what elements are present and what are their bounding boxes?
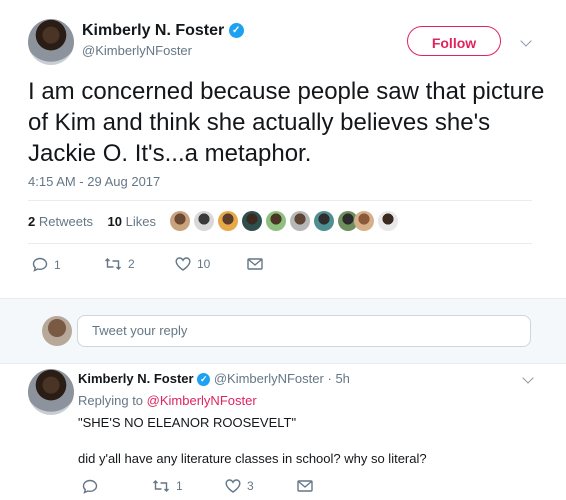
liker-avatar[interactable] — [170, 211, 190, 231]
tweet-stats: 2 Retweets 10 Likes — [28, 214, 156, 229]
dm-action[interactable] — [297, 480, 313, 492]
reply-text-line: "SHE'S NO ELEANOR ROOSEVELT" — [78, 415, 297, 430]
reply-text: "SHE'S NO ELEANOR ROOSEVELT" did y'all h… — [78, 414, 427, 468]
divider — [28, 243, 532, 244]
like-action[interactable]: 10 — [175, 257, 210, 271]
current-user-avatar[interactable] — [42, 316, 72, 346]
like-count: 10 — [197, 257, 211, 271]
reply-action[interactable] — [82, 479, 98, 494]
liker-avatar[interactable] — [266, 211, 286, 231]
reply-action[interactable]: 1 — [32, 257, 61, 272]
like-action[interactable]: 3 — [225, 479, 254, 493]
liker-avatar[interactable] — [218, 211, 238, 231]
mail-icon — [247, 258, 263, 270]
reply-author-handle[interactable]: @KimberlyNFoster — [214, 371, 324, 386]
replying-to-link[interactable]: @KimberlyNFoster — [147, 393, 257, 408]
reply-author-name[interactable]: Kimberly N. Foster — [78, 371, 194, 386]
reply-text-line: did y'all have any literature classes in… — [78, 451, 427, 466]
verified-icon: ✓ — [228, 23, 244, 39]
chevron-down-icon[interactable] — [520, 35, 532, 47]
mail-icon — [297, 480, 313, 492]
liker-avatar[interactable] — [354, 211, 374, 231]
retweet-icon — [153, 480, 169, 492]
replying-to: Replying to @KimberlyNFoster — [78, 393, 257, 408]
tweet-timestamp[interactable]: 4:15 AM - 29 Aug 2017 — [28, 174, 160, 189]
reply-count: 1 — [54, 257, 61, 272]
divider — [28, 200, 532, 201]
retweet-action[interactable]: 2 — [104, 257, 135, 271]
author-avatar[interactable] — [28, 19, 74, 65]
liker-avatar[interactable] — [378, 211, 398, 231]
reply-icon — [82, 479, 98, 494]
like-count: 3 — [247, 479, 254, 493]
reply-composer: Tweet your reply — [0, 298, 566, 364]
reply-icon — [32, 257, 48, 272]
verified-icon: ✓ — [197, 373, 211, 387]
liker-avatar[interactable] — [194, 211, 214, 231]
heart-icon — [175, 257, 191, 271]
heart-icon — [225, 479, 241, 493]
reply-header: Kimberly N. Foster ✓ @KimberlyNFoster · … — [78, 371, 350, 387]
retweet-icon — [105, 258, 121, 270]
follow-button[interactable]: Follow — [407, 26, 501, 56]
author-name-row[interactable]: Kimberly N. Foster ✓ — [82, 22, 244, 40]
dm-action[interactable] — [247, 258, 263, 270]
author-name[interactable]: Kimberly N. Foster — [82, 22, 224, 39]
chevron-down-icon[interactable] — [522, 372, 534, 384]
separator: · — [327, 371, 332, 386]
author-handle[interactable]: @KimberlyNFoster — [82, 43, 192, 58]
liker-avatar[interactable] — [314, 211, 334, 231]
likes-stat[interactable]: 10 Likes — [108, 214, 156, 229]
retweet-count: 1 — [176, 479, 183, 493]
tweet-text: I am concerned because people saw that p… — [28, 78, 545, 167]
reply-input[interactable]: Tweet your reply — [77, 315, 531, 347]
retweet-action[interactable]: 1 — [152, 479, 183, 493]
liker-avatar[interactable] — [242, 211, 262, 231]
reply-author-avatar[interactable] — [28, 369, 74, 415]
liker-avatar[interactable] — [290, 211, 310, 231]
retweets-stat[interactable]: 2 Retweets — [28, 214, 93, 229]
reply-age[interactable]: 5h — [335, 371, 349, 386]
retweet-count: 2 — [128, 257, 135, 271]
